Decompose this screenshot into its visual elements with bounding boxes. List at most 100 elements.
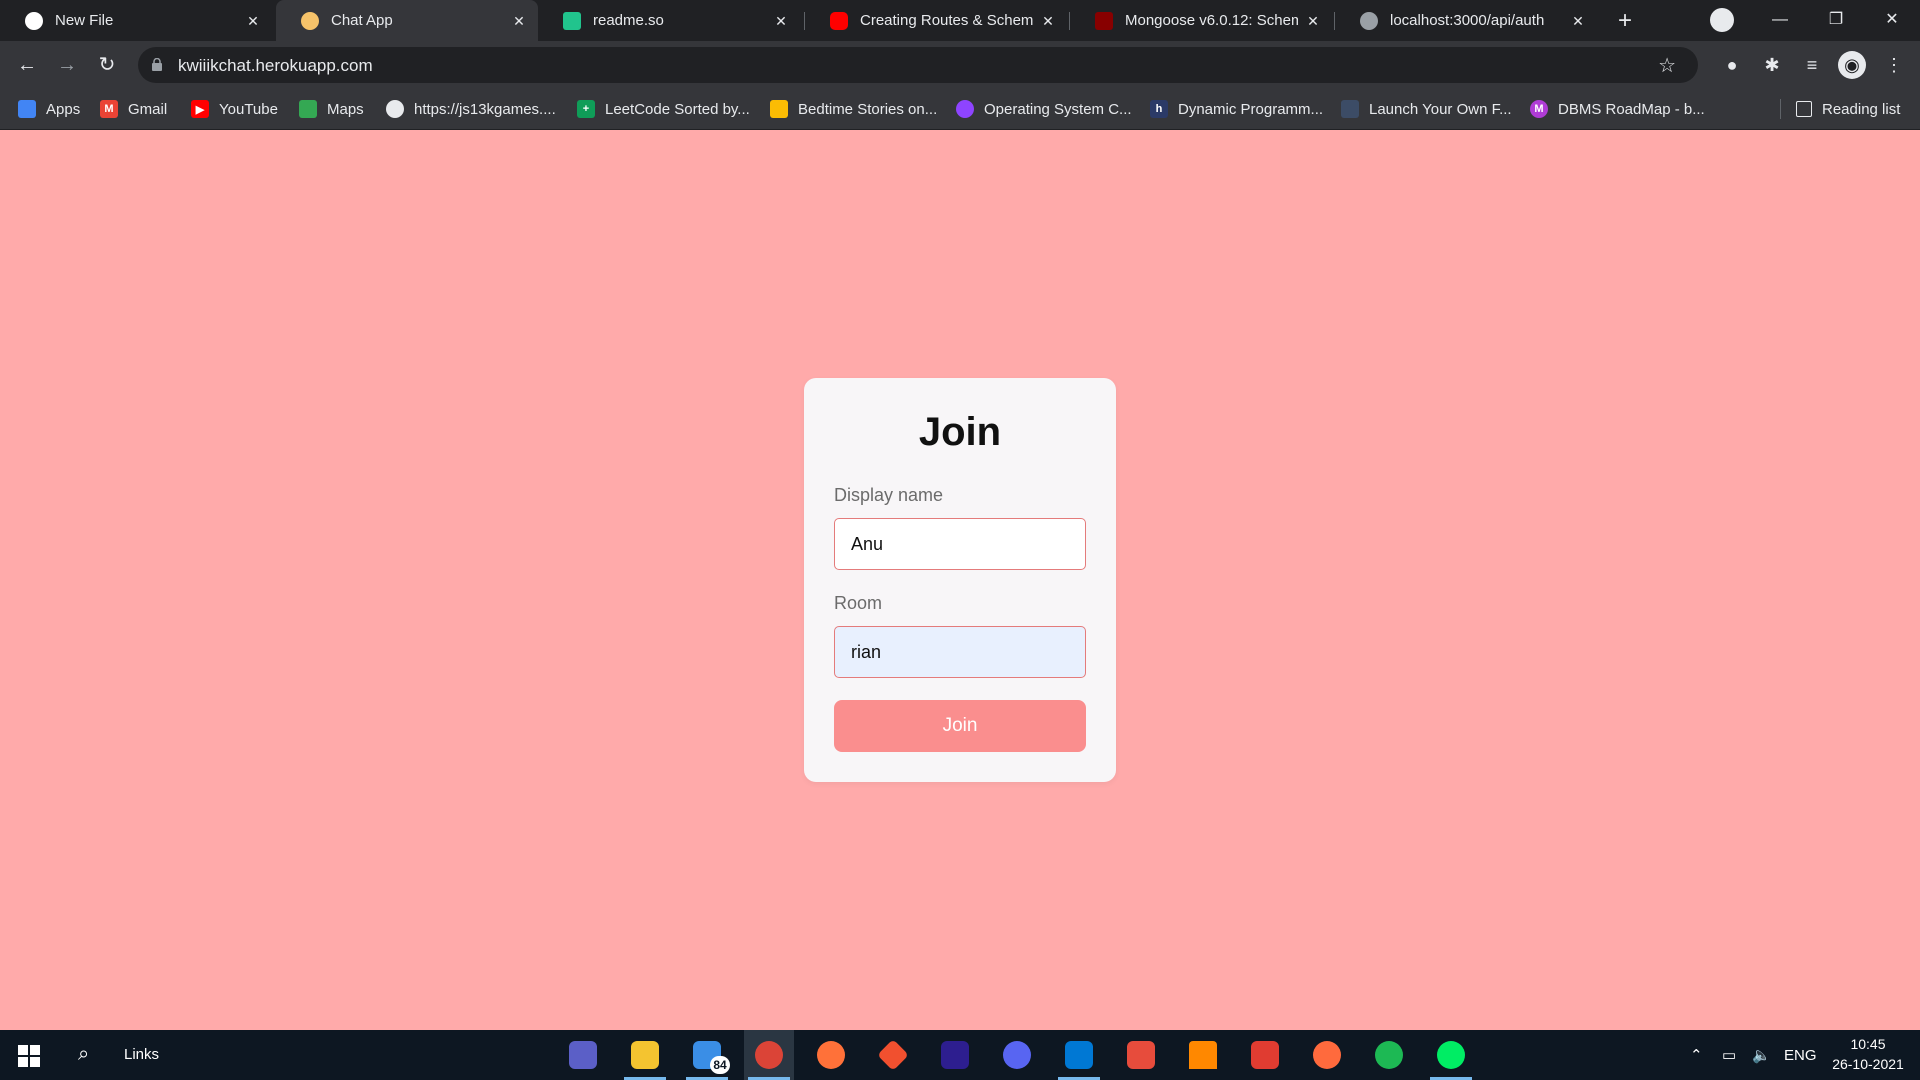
reading-list-button[interactable]: Reading list xyxy=(1796,89,1900,129)
bookmark-label: Gmail xyxy=(128,100,168,118)
volume-icon[interactable]: 🔈 xyxy=(1752,1030,1771,1080)
bookmark-youtube[interactable]: ▶ YouTube xyxy=(191,89,278,129)
bookmark-label: Operating System C... xyxy=(984,100,1132,118)
tab-new-file[interactable]: New File ✕ xyxy=(0,0,272,41)
new-tab-button[interactable]: + xyxy=(1612,8,1638,34)
tab-search-icon[interactable] xyxy=(1710,8,1734,32)
tab-readme-so[interactable]: readme.so ✕ xyxy=(538,0,800,41)
apps-grid-icon xyxy=(18,100,36,118)
window-close-icon[interactable]: ✕ xyxy=(1864,0,1920,41)
bookmark-gmail[interactable]: M Gmail xyxy=(100,89,167,129)
taskbar: ⌕ Links 84 ⌃ ▭ 🔈 ENG 10:45 26-10-2021 xyxy=(0,1030,1920,1080)
discord-icon[interactable] xyxy=(992,1030,1042,1080)
compass-icon[interactable] xyxy=(1302,1030,1352,1080)
bookmark-label: Apps xyxy=(46,100,81,118)
bookmark-dynamic-programming[interactable]: h Dynamic Programm... xyxy=(1150,89,1323,129)
readme-so-icon xyxy=(563,11,581,30)
maps-icon xyxy=(299,100,317,118)
bookmarks-separator xyxy=(1780,99,1781,119)
close-icon[interactable]: ✕ xyxy=(512,14,526,28)
mongodb-compass-icon[interactable] xyxy=(1426,1030,1476,1080)
mail-icon[interactable]: 84 xyxy=(682,1030,732,1080)
windows-start-icon[interactable] xyxy=(18,1045,40,1067)
bookmark-js13kgames[interactable]: https://js13kgames.... xyxy=(386,89,556,129)
hashnode-icon: h xyxy=(1150,100,1168,118)
taskbar-search-label[interactable]: Links xyxy=(124,1046,159,1063)
lock-icon xyxy=(152,58,162,71)
sheets-icon: + xyxy=(577,100,595,118)
bookmark-apps[interactable]: Apps xyxy=(18,89,80,129)
globe-icon xyxy=(386,100,404,118)
profile-avatar-icon[interactable]: ◉ xyxy=(1838,51,1866,79)
bookmark-bedtime-stories[interactable]: Bedtime Stories on... xyxy=(770,89,937,129)
amazon-music-icon[interactable] xyxy=(930,1030,980,1080)
puzzle-icon[interactable]: ✱ xyxy=(1758,51,1786,79)
file-explorer-icon[interactable] xyxy=(620,1030,670,1080)
show-hidden-icons-icon[interactable]: ⌃ xyxy=(1690,1030,1703,1080)
reload-icon[interactable]: ↻ xyxy=(92,50,122,80)
menu-kebab-icon[interactable]: ⋮ xyxy=(1880,51,1908,79)
firefox-icon[interactable] xyxy=(806,1030,856,1080)
search-icon[interactable]: ⌕ xyxy=(78,1043,89,1066)
bookmark-operating-system[interactable]: Operating System C... xyxy=(956,89,1132,129)
teams-icon[interactable] xyxy=(558,1030,608,1080)
address-bar[interactable]: kwiiikchat.herokuapp.com ☆ xyxy=(138,47,1698,83)
bookmark-dbms-roadmap[interactable]: M DBMS RoadMap - b... xyxy=(1530,89,1705,129)
course-icon xyxy=(956,100,974,118)
battery-icon[interactable]: ▭ xyxy=(1722,1030,1736,1080)
notes-icon[interactable] xyxy=(1240,1030,1290,1080)
clock-date: 26-10-2021 xyxy=(1832,1056,1904,1072)
git-icon[interactable] xyxy=(868,1030,918,1080)
bookmark-label: Launch Your Own F... xyxy=(1369,100,1512,118)
restore-icon[interactable]: ❐ xyxy=(1808,0,1864,41)
tab-mongoose[interactable]: Mongoose v6.0.12: Schema ✕ xyxy=(1070,0,1332,41)
github-icon xyxy=(25,11,43,30)
m-icon: M xyxy=(1530,100,1548,118)
join-button[interactable]: Join xyxy=(834,700,1086,752)
bookmark-label: YouTube xyxy=(219,100,278,118)
tab-localhost[interactable]: localhost:3000/api/auth ✕ xyxy=(1335,0,1597,41)
close-icon[interactable]: ✕ xyxy=(774,14,788,28)
chrome-icon[interactable] xyxy=(744,1030,794,1080)
room-label: Room xyxy=(834,593,883,613)
join-card: Join Display name Room Join xyxy=(804,378,1116,782)
spotify-icon[interactable] xyxy=(1364,1030,1414,1080)
reading-list-label: Reading list xyxy=(1822,100,1901,118)
reading-list-icon xyxy=(1796,101,1812,117)
bookmark-leetcode[interactable]: + LeetCode Sorted by... xyxy=(577,89,750,129)
bookmarks-bar: Apps M Gmail ▶ YouTube Maps https://js13… xyxy=(0,89,1920,130)
tab-label: Mongoose v6.0.12: Schema xyxy=(1125,12,1298,29)
tab-label: New File xyxy=(55,12,114,29)
tab-label: readme.so xyxy=(593,12,664,29)
display-name-input[interactable] xyxy=(834,518,1086,570)
close-icon[interactable]: ✕ xyxy=(1571,14,1585,28)
extension-icon[interactable]: ● xyxy=(1718,51,1746,79)
bookmark-label: Bedtime Stories on... xyxy=(798,100,938,118)
vlc-icon[interactable] xyxy=(1178,1030,1228,1080)
bookmark-label: LeetCode Sorted by... xyxy=(605,100,750,118)
bookmark-launch-your-own[interactable]: Launch Your Own F... xyxy=(1341,89,1512,129)
room-input[interactable] xyxy=(834,626,1086,678)
bookmark-star-icon[interactable]: ☆ xyxy=(1658,53,1676,78)
office-icon[interactable] xyxy=(1116,1030,1166,1080)
clock[interactable]: 10:45 26-10-2021 xyxy=(1826,1034,1910,1074)
tab-chat-app[interactable]: Chat App ✕ xyxy=(276,0,538,41)
tab-creating-routes[interactable]: Creating Routes & Schema ✕ xyxy=(805,0,1067,41)
clock-time: 10:45 xyxy=(1850,1036,1886,1052)
url-text: kwiiikchat.herokuapp.com xyxy=(178,56,373,75)
mongoose-icon xyxy=(1095,11,1113,30)
media-control-icon[interactable]: ≡ xyxy=(1798,51,1826,79)
bookmark-label: https://js13kgames.... xyxy=(414,100,556,118)
close-icon[interactable]: ✕ xyxy=(246,14,260,28)
language-indicator[interactable]: ENG xyxy=(1784,1030,1817,1080)
bookmark-label: DBMS RoadMap - b... xyxy=(1558,100,1705,118)
display-name-label: Display name xyxy=(834,485,944,505)
bookmark-label: Maps xyxy=(327,100,364,118)
close-icon[interactable]: ✕ xyxy=(1306,14,1320,28)
bookmark-maps[interactable]: Maps xyxy=(299,89,364,129)
close-icon[interactable]: ✕ xyxy=(1041,14,1055,28)
back-icon[interactable]: ← xyxy=(12,50,42,80)
minimize-icon[interactable]: — xyxy=(1752,0,1808,41)
forward-icon[interactable]: → xyxy=(52,50,82,80)
vscode-icon[interactable] xyxy=(1054,1030,1104,1080)
